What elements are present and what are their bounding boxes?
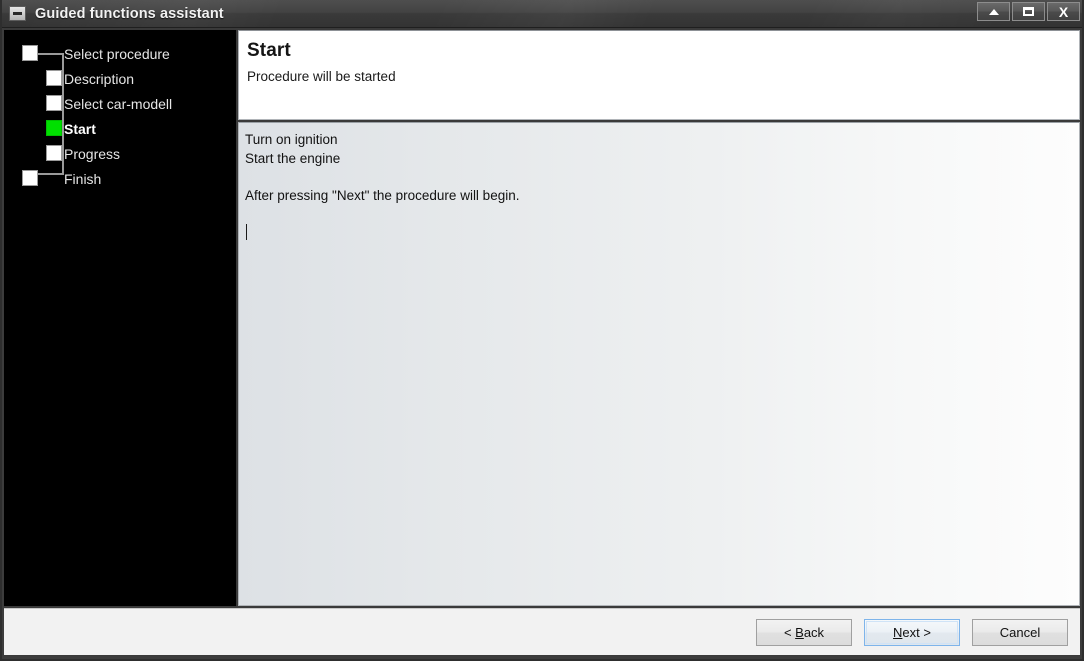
back-button-label: < Back [783,625,825,640]
step-node-icon [46,95,62,111]
sidebar-item-start[interactable]: Start [4,117,236,142]
instruction-content-panel[interactable]: Turn on ignition Start the engine After … [238,122,1080,606]
sidebar-item-label: Start [64,121,96,137]
sidebar-item-label: Progress [64,146,121,162]
wizard-right-pane: Start Procedure will be started Turn on … [238,30,1080,606]
step-header-panel: Start Procedure will be started [238,30,1080,120]
next-button[interactable]: Next > [864,619,960,646]
minimize-button[interactable] [977,2,1010,21]
guided-functions-assistant-window: Guided functions assistant X Select proc… [0,0,1084,661]
sidebar-item-select-car-modell[interactable]: Select car-modell [4,92,236,117]
sidebar-item-description[interactable]: Description [4,67,236,92]
back-button[interactable]: < Back [756,619,852,646]
sidebar-item-label: Description [64,71,135,87]
window-controls: X [977,2,1080,21]
step-node-icon [46,145,62,161]
text-caret [246,224,247,240]
restore-square-icon [1023,7,1034,16]
title-bar[interactable]: Guided functions assistant X [2,0,1082,28]
window-body: Select procedure Description Select car-… [2,28,1082,657]
sidebar-item-label: Select procedure [64,46,170,62]
step-tree-sidebar: Select procedure Description Select car-… [4,30,236,606]
up-arrow-icon [988,8,999,15]
window-title: Guided functions assistant [35,5,224,22]
close-button[interactable]: X [1047,2,1080,21]
step-node-icon [46,70,62,86]
next-button-label: Next > [893,625,931,640]
restore-button[interactable] [1012,2,1045,21]
step-node-icon-active [46,120,62,136]
sidebar-item-finish[interactable]: Finish [4,167,236,192]
sidebar-item-label: Select car-modell [64,96,173,112]
close-icon: X [1058,3,1069,20]
instruction-text: Turn on ignition Start the engine After … [245,132,520,203]
wizard-footer: < Back Next > Cancel [4,608,1080,655]
step-node-icon [22,45,38,61]
footer-button-group: < Back Next > Cancel [756,619,1068,646]
sidebar-item-progress[interactable]: Progress [4,142,236,167]
system-menu-icon[interactable] [9,6,26,21]
cancel-button[interactable]: Cancel [972,619,1068,646]
step-node-icon [22,170,38,186]
page-title: Start [247,40,291,61]
sidebar-item-label: Finish [64,171,102,187]
sidebar-item-select-procedure[interactable]: Select procedure [4,42,236,67]
page-subtitle: Procedure will be started [247,69,396,84]
